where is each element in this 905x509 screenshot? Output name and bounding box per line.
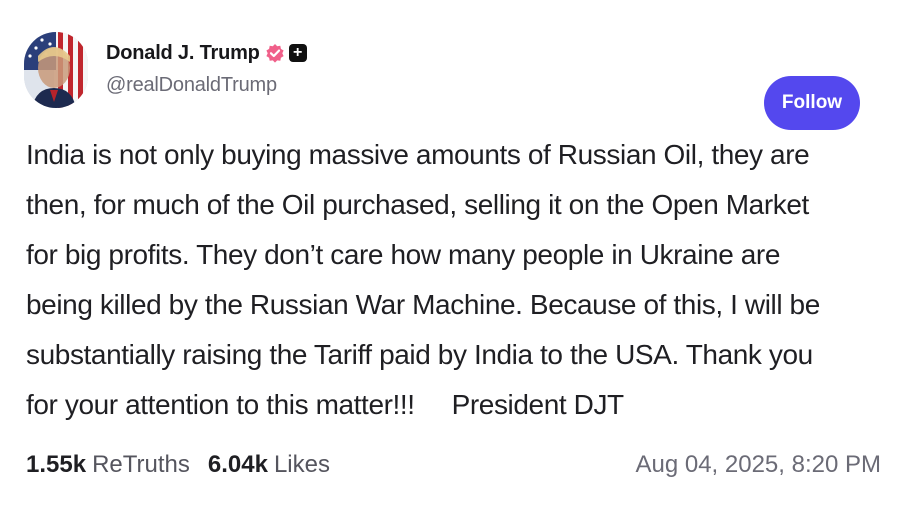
likes-count: 6.04k (207, 451, 268, 478)
likes-label: Likes (273, 451, 330, 478)
post-timestamp[interactable]: Aug 04, 2025, 8:20 PM (635, 451, 881, 479)
post-text: India is not only buying massive amounts… (26, 139, 820, 420)
post-footer: 1.55k ReTruths 6.04k Likes Aug 04, 2025,… (26, 448, 881, 482)
verified-badge-icon (265, 43, 285, 63)
post-card: Donald J. Trump + @realDonaldTrump Follo… (0, 0, 905, 509)
flag-portrait-avatar-icon (24, 32, 88, 108)
avatar[interactable] (24, 32, 88, 108)
retruths-label: ReTruths (92, 451, 190, 478)
plus-badge-icon: + (288, 44, 307, 62)
retruths-count: 1.55k (26, 451, 87, 478)
author-handle[interactable]: @realDonaldTrump (106, 74, 307, 97)
display-name[interactable]: Donald J. Trump (106, 42, 260, 65)
name-row: Donald J. Trump + (106, 38, 307, 68)
likes-stat[interactable]: 6.04k Likes (208, 451, 330, 479)
retruths-stat[interactable]: 1.55k ReTruths (26, 451, 190, 479)
follow-button[interactable]: Follow (764, 76, 860, 130)
post-header: Donald J. Trump + @realDonaldTrump Follo… (24, 32, 884, 130)
author-info: Donald J. Trump + @realDonaldTrump (106, 38, 307, 97)
